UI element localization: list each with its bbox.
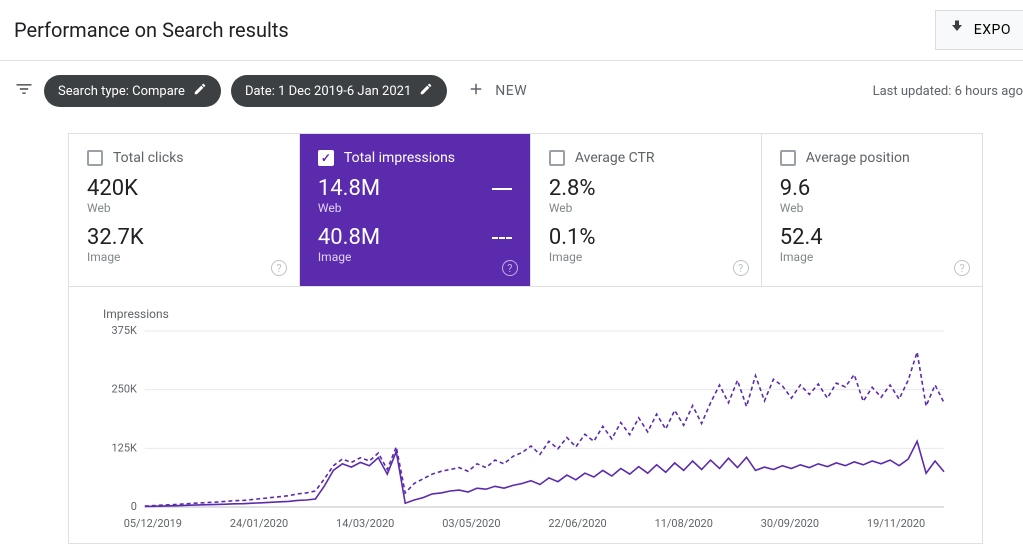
metric-web-sub: Web (780, 201, 964, 215)
checkbox-icon[interactable] (318, 150, 334, 166)
metric-web-value: 2.8% (549, 176, 743, 201)
metric-web-value: 14.8M (318, 176, 380, 201)
date-range-chip-label: Date: 1 Dec 2019-6 Jan 2021 (245, 84, 411, 99)
new-filter-button[interactable]: NEW (457, 73, 537, 109)
new-filter-label: NEW (495, 83, 527, 99)
card-title: Average CTR (575, 150, 655, 166)
metric-web-sub: Web (549, 201, 743, 215)
card-average-position[interactable]: Average position 9.6 Web 52.4 Image ? (762, 134, 982, 286)
svg-text:19/11/2020: 19/11/2020 (867, 517, 925, 530)
impressions-chart[interactable]: 0 125K 250K 375K 05/12/2019 24/01/2020 14/03/2… (97, 323, 954, 533)
card-title: Average position (806, 150, 910, 166)
legend-dashed-icon (492, 237, 512, 239)
pencil-icon (419, 82, 433, 100)
chart-title: Impressions (103, 307, 954, 321)
checkbox-icon[interactable] (780, 150, 796, 166)
metric-web-value: 9.6 (780, 176, 964, 201)
metric-image-sub: Image (549, 250, 743, 264)
page-title: Performance on Search results (14, 18, 289, 42)
export-button[interactable]: EXPO (935, 10, 1023, 50)
svg-text:05/12/2019: 05/12/2019 (124, 517, 182, 530)
metric-image-value: 40.8M (318, 225, 380, 250)
card-total-impressions[interactable]: Total impressions 14.8M Web 40.8M Image … (300, 134, 531, 286)
card-average-ctr[interactable]: Average CTR 2.8% Web 0.1% Image ? (531, 134, 762, 286)
chart-area: Impressions 0 125K 250K 375K 05/12/2019 24/01… (68, 286, 983, 544)
download-icon (948, 19, 966, 41)
svg-text:11/08/2020: 11/08/2020 (655, 517, 713, 530)
search-type-chip[interactable]: Search type: Compare (44, 75, 221, 107)
metric-image-value: 0.1% (549, 225, 743, 250)
metric-image-value: 32.7K (87, 225, 281, 250)
plus-icon (467, 80, 485, 102)
last-updated: Last updated: 6 hours ago (873, 84, 1023, 99)
help-icon[interactable]: ? (271, 260, 287, 276)
date-range-chip[interactable]: Date: 1 Dec 2019-6 Jan 2021 (231, 75, 447, 107)
help-icon[interactable]: ? (733, 260, 749, 276)
card-title: Total clicks (113, 150, 184, 166)
svg-text:14/03/2020: 14/03/2020 (336, 517, 394, 530)
svg-text:0: 0 (131, 500, 137, 513)
svg-text:125K: 125K (112, 441, 137, 454)
metric-image-value: 52.4 (780, 225, 964, 250)
svg-text:375K: 375K (112, 324, 137, 337)
metric-image-sub: Image (318, 250, 512, 264)
card-total-clicks[interactable]: Total clicks 420K Web 32.7K Image ? (69, 134, 300, 286)
svg-text:30/09/2020: 30/09/2020 (761, 517, 819, 530)
search-type-chip-label: Search type: Compare (58, 84, 185, 99)
checkbox-icon[interactable] (549, 150, 565, 166)
metric-web-sub: Web (87, 201, 281, 215)
metric-image-sub: Image (780, 250, 964, 264)
card-title: Total impressions (344, 150, 455, 166)
checkbox-icon[interactable] (87, 150, 103, 166)
svg-text:24/01/2020: 24/01/2020 (230, 517, 288, 530)
export-label: EXPO (974, 22, 1011, 38)
svg-text:250K: 250K (112, 383, 137, 396)
help-icon[interactable]: ? (954, 260, 970, 276)
svg-text:03/05/2020: 03/05/2020 (442, 517, 500, 530)
filter-icon[interactable] (14, 79, 34, 103)
metric-web-value: 420K (87, 176, 281, 201)
svg-text:22/06/2020: 22/06/2020 (548, 517, 606, 530)
pencil-icon (193, 82, 207, 100)
legend-solid-icon (492, 188, 512, 190)
metric-web-sub: Web (318, 201, 512, 215)
metric-cards: Total clicks 420K Web 32.7K Image ? Tota… (68, 133, 983, 286)
metric-image-sub: Image (87, 250, 281, 264)
help-icon[interactable]: ? (502, 260, 518, 276)
